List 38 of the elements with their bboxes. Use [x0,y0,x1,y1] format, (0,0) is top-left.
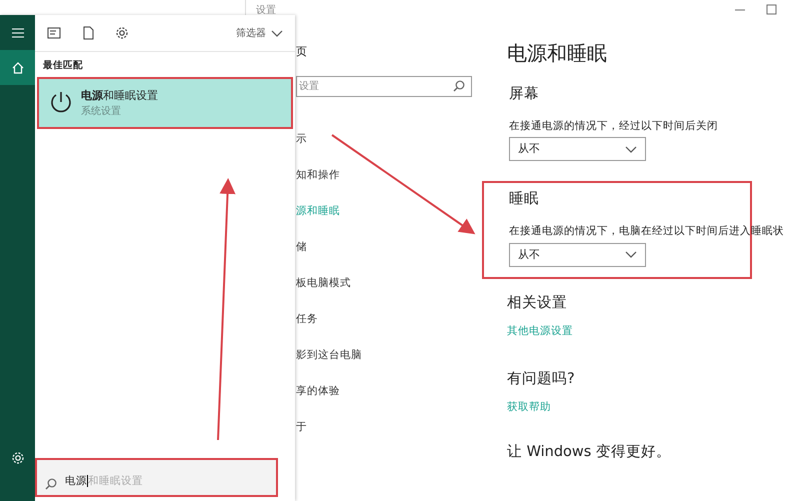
rail-button[interactable] [0,50,35,85]
section-label: 最佳匹配 [42,59,84,73]
settings-icon [10,450,24,464]
dropdown[interactable]: 从不 [509,242,646,267]
document-icon[interactable] [81,26,95,40]
window-title: 设置 [256,4,276,18]
section-heading: 屏幕 [509,85,540,104]
caret-icon [625,144,637,154]
nav-item[interactable]: 于 [296,408,507,444]
caret-icon [271,28,283,38]
section-heading: 睡眠 [509,190,540,210]
nav-item[interactable]: 享的体验 [296,372,507,408]
search-field[interactable]: 电源和睡眠设置 [35,458,278,497]
search-icon [45,478,57,490]
nav-heading: 页 [296,44,308,60]
app-window-icon[interactable] [47,26,61,40]
nav-item[interactable]: 任务 [296,300,507,336]
home-icon [10,60,24,74]
search-icon [453,80,465,92]
section-description: 在接通电源的情况下，经过以下时间后关闭 [509,118,718,134]
search-result[interactable]: 电源和睡眠设置 系统设置 [37,77,293,130]
caret-icon [625,250,637,260]
menu-icon [10,26,24,40]
section-heading: 有问题吗? [507,370,576,390]
nav-item[interactable]: 知和操作 [296,156,507,192]
page-title: 电源和睡眠 [507,40,608,66]
nav-item[interactable]: 储 [296,228,507,264]
section-heading: 相关设置 [507,294,568,313]
nav-item[interactable]: 板电脑模式 [296,264,507,300]
section-heading: 让 Windows 变得更好。 [507,442,672,462]
search-field[interactable]: 设置 [296,76,472,96]
dropdown[interactable]: 从不 [509,137,646,162]
filter-button[interactable]: 筛选器 [236,26,283,40]
settings-icon[interactable] [115,26,129,40]
nav-item[interactable]: 影到这台电脑 [296,336,507,372]
maximize-icon[interactable] [766,4,777,15]
nav-item[interactable]: 示 [296,120,507,156]
power-icon [49,91,73,116]
